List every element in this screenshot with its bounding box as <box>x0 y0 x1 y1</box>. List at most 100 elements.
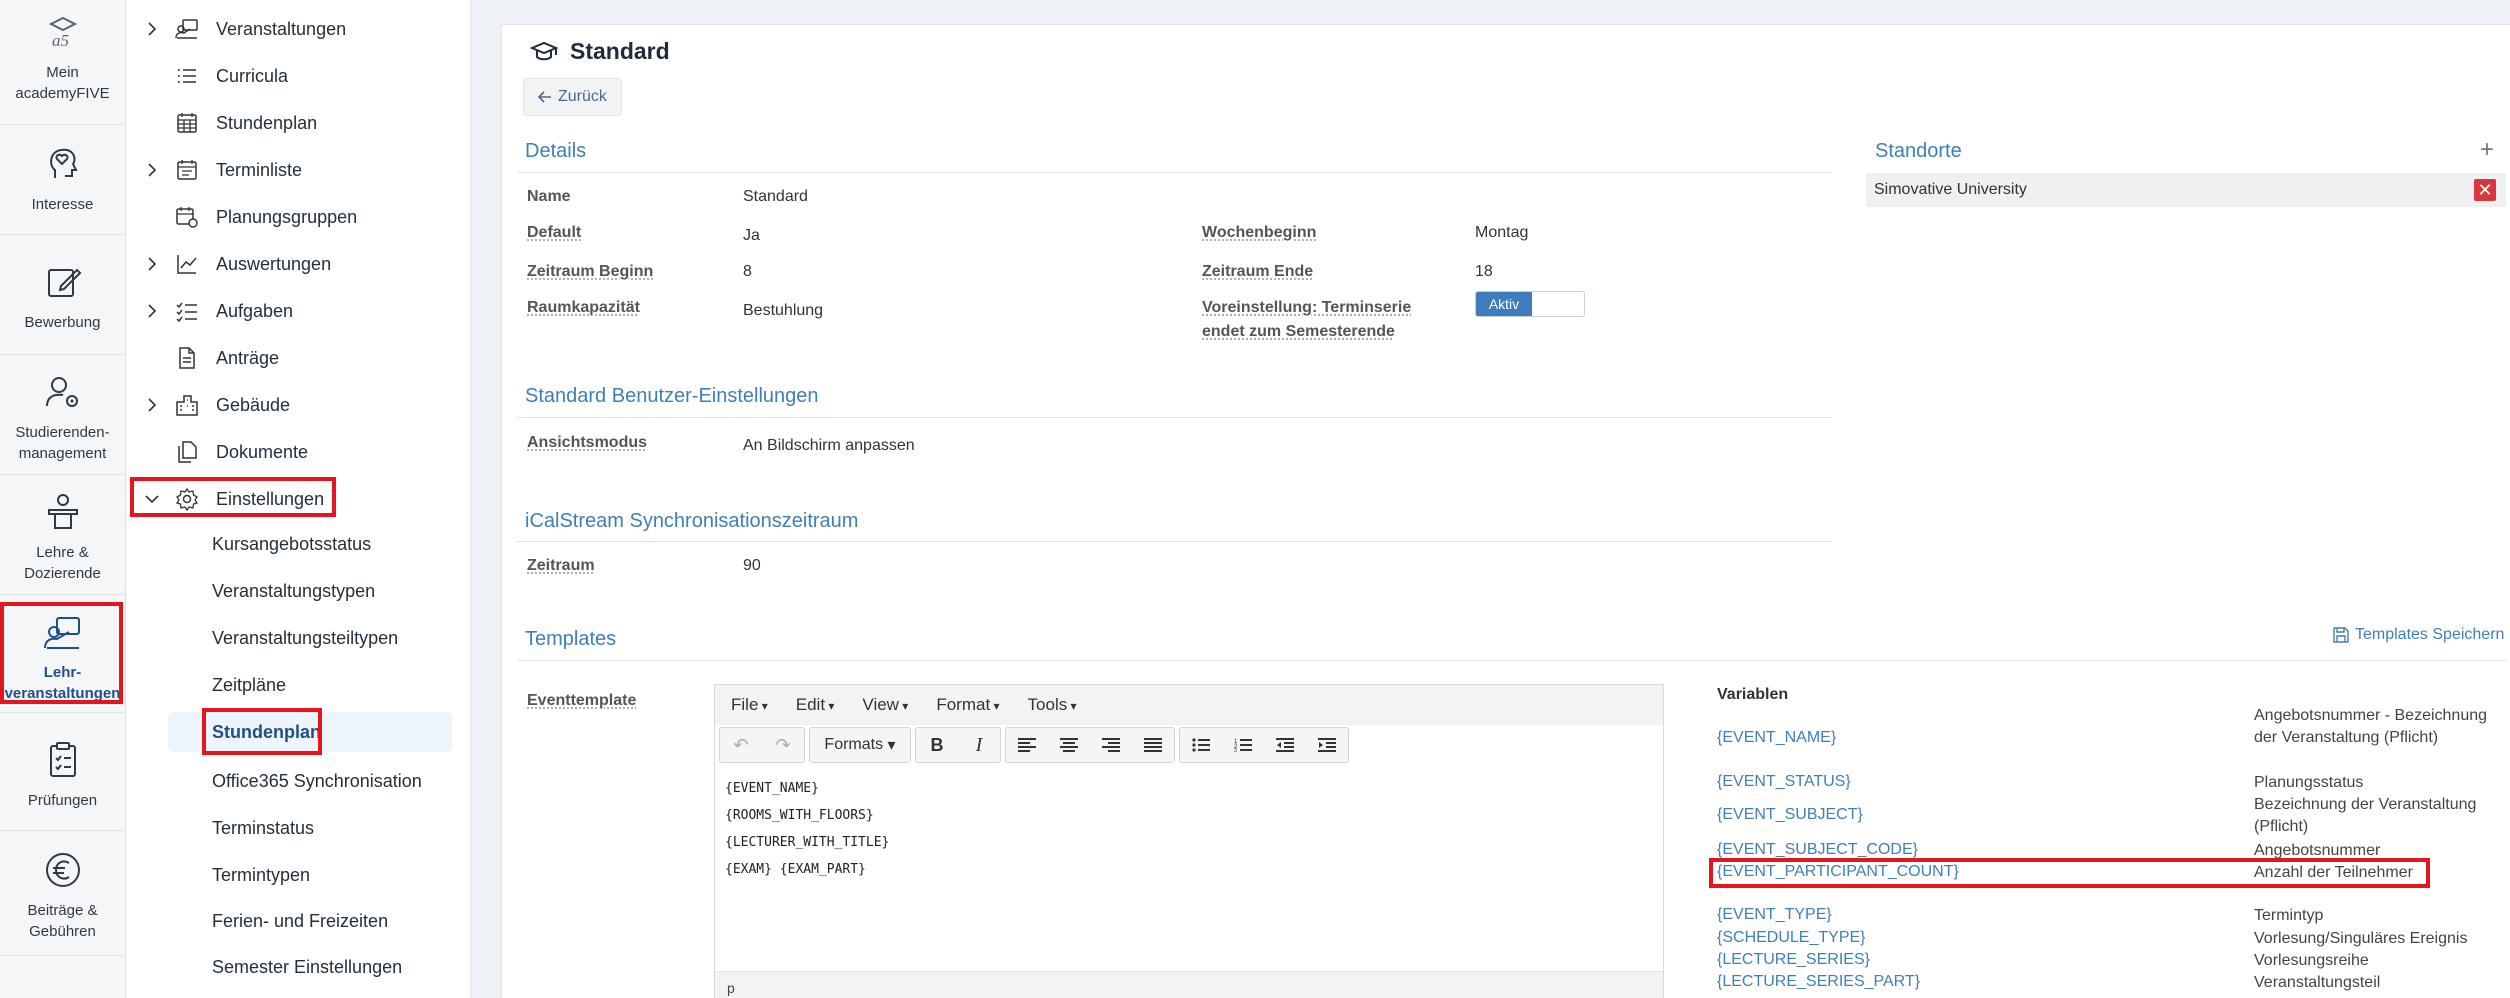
formats-dropdown[interactable]: Formats ▾ <box>810 728 910 762</box>
nav-item-dokumente[interactable]: Dokumente <box>126 432 471 472</box>
user-settings-heading: Standard Benutzer-Einstellungen <box>525 385 819 407</box>
subnav-item-semester-einstellungen[interactable]: Semester Einstellungen <box>126 947 471 987</box>
chevron-down-icon[interactable] <box>144 491 160 507</box>
gear-icon <box>175 487 199 511</box>
menu-edit[interactable]: Edit <box>796 695 835 715</box>
rail-item-interesse[interactable]: Interesse <box>0 144 125 215</box>
subnav-item-veranstaltungstypen[interactable]: Veranstaltungstypen <box>126 571 471 611</box>
menu-view[interactable]: View <box>862 695 908 715</box>
editor-toolbar: ↶ ↷ Formats ▾ B I 123 <box>719 727 1349 763</box>
subnav-label: Terminstatus <box>212 817 315 838</box>
subnav-item-termintypen[interactable]: Termintypen <box>126 855 471 895</box>
menu-file[interactable]: File <box>731 695 768 715</box>
outdent-icon[interactable] <box>1264 728 1306 762</box>
subnav-item-stundenplan[interactable]: Stundenplan <box>168 712 452 752</box>
chevron-right-icon[interactable] <box>144 21 160 37</box>
variable-name[interactable]: {LECTURE_SERIES_PART} <box>1717 973 1920 991</box>
variable-name[interactable]: {EVENT_SUBJECT_CODE} <box>1717 841 1918 859</box>
rich-text-editor[interactable]: File Edit View Format Tools ↶ ↷ Formats … <box>714 684 1664 998</box>
redo-icon[interactable]: ↷ <box>762 728 804 762</box>
numbered-list-icon[interactable]: 123 <box>1222 728 1264 762</box>
nav-item-planungsgruppen[interactable]: Planungsgruppen <box>126 197 471 237</box>
building-icon <box>176 395 198 416</box>
event-template-label: Eventtemplate <box>527 692 637 709</box>
heart-head-icon <box>49 148 78 178</box>
variable-name[interactable]: {SCHEDULE_TYPE} <box>1717 929 1866 947</box>
italic-icon[interactable]: I <box>958 728 1000 762</box>
nav-item-einstellungen[interactable]: Einstellungen <box>126 479 471 519</box>
arrow-left-icon <box>538 91 551 103</box>
room-capacity-label: Raumkapazität <box>527 299 640 316</box>
rail-label: Prüfungen <box>27 792 98 809</box>
range-start-value: 8 <box>743 263 752 280</box>
subnav-item-kursangebotsstatus[interactable]: Kursangebotsstatus <box>126 524 471 564</box>
variable-name[interactable]: {EVENT_NAME} <box>1717 729 1836 747</box>
ical-heading: iCalStream Synchronisationszeitraum <box>525 510 859 532</box>
subnav-label: Ferien- und Freizeiten <box>212 910 389 931</box>
chevron-right-icon[interactable] <box>144 397 160 413</box>
subnav-item-ferien-freizeiten[interactable]: Ferien- und Freizeiten <box>126 901 471 941</box>
variable-description: Planungsstatus <box>2254 774 2364 791</box>
back-button[interactable]: Zurück <box>523 78 622 116</box>
room-capacity-value: Bestuhlung <box>743 302 824 319</box>
rail-item-mein-academyfive[interactable]: a5 Mein academyFIVE <box>0 12 125 104</box>
editor-content[interactable]: {EVENT_NAME} {ROOMS_WITH_FLOORS} {LECTUR… <box>725 775 889 883</box>
indent-icon[interactable] <box>1306 728 1348 762</box>
bullet-list-icon[interactable] <box>1180 728 1222 762</box>
week-start-value: Montag <box>1475 224 1529 241</box>
rail-item-lehrveranstaltungen[interactable]: Lehr-veranstaltungen <box>0 612 125 704</box>
subnav-item-veranstaltungsteiltypen[interactable]: Veranstaltungsteiltypen <box>126 618 471 658</box>
history-group: ↶ ↷ <box>719 727 805 763</box>
align-left-icon[interactable] <box>1006 728 1048 762</box>
graduation-cap-icon <box>530 41 558 60</box>
align-justify-icon[interactable] <box>1132 728 1174 762</box>
nav-item-stundenplan[interactable]: Stundenplan <box>126 103 471 143</box>
subnav-label: Kursangebotsstatus <box>212 533 372 554</box>
add-location-button[interactable]: + <box>2480 136 2494 164</box>
nav-label: Einstellungen <box>216 488 325 509</box>
checklist-icon <box>176 302 197 323</box>
bold-icon[interactable]: B <box>916 728 958 762</box>
align-right-icon[interactable] <box>1090 728 1132 762</box>
rail-label: Beiträge & Gebühren <box>27 902 98 940</box>
subnav-item-terminstatus[interactable]: Terminstatus <box>126 808 471 848</box>
subnav-label: Stundenplan <box>212 721 321 742</box>
menu-tools[interactable]: Tools <box>1028 695 1077 715</box>
style-group: B I <box>915 727 1001 763</box>
remove-location-button[interactable]: ✕ <box>2474 179 2496 201</box>
chevron-right-icon[interactable] <box>144 162 160 178</box>
locations-heading: Standorte <box>1875 140 1962 162</box>
nav-item-gebaeude[interactable]: Gebäude <box>126 385 471 425</box>
rail-item-beitraege-gebuehren[interactable]: Beiträge & Gebühren <box>0 850 125 942</box>
rail-item-lehre-dozierende[interactable]: Lehre & Dozierende <box>0 492 125 584</box>
name-value: Standard <box>743 188 808 205</box>
variable-name[interactable]: {LECTURE_SERIES} <box>1717 951 1870 969</box>
nav-item-antraege[interactable]: Anträge <box>126 338 471 378</box>
chevron-right-icon[interactable] <box>144 303 160 319</box>
subnav-item-office365-synchronisation[interactable]: Office365 Synchronisation <box>126 761 471 801</box>
save-templates-button[interactable]: Templates Speichern <box>2333 626 2504 644</box>
content-line: {LECTURER_WITH_TITLE} <box>725 835 890 850</box>
variable-name[interactable]: {EVENT_TYPE} <box>1717 906 1832 924</box>
svg-text:a5: a5 <box>52 31 69 50</box>
variable-name[interactable]: {EVENT_STATUS} <box>1717 773 1851 791</box>
nav-item-aufgaben[interactable]: Aufgaben <box>126 291 471 331</box>
subnav-label: Semester Einstellungen <box>212 956 403 977</box>
nav-item-veranstaltungen[interactable]: Veranstaltungen <box>126 9 471 49</box>
rail-item-studierendenmanagement[interactable]: Studierenden-management <box>0 372 125 464</box>
variable-name[interactable]: {EVENT_SUBJECT} <box>1717 806 1863 824</box>
documents-icon <box>178 441 197 463</box>
floppy-disk-icon <box>2333 627 2349 643</box>
nav-item-auswertungen[interactable]: Auswertungen <box>126 244 471 284</box>
chevron-right-icon[interactable] <box>144 256 160 272</box>
undo-icon[interactable]: ↶ <box>720 728 762 762</box>
rail-item-pruefungen[interactable]: Prüfungen <box>0 740 125 811</box>
menu-format[interactable]: Format <box>936 695 999 715</box>
preset-toggle[interactable]: Aktiv <box>1475 291 1585 317</box>
variable-name[interactable]: {EVENT_PARTICIPANT_COUNT} <box>1717 863 1959 881</box>
nav-item-curricula[interactable]: Curricula <box>126 56 471 96</box>
nav-item-terminliste[interactable]: Terminliste <box>126 150 471 190</box>
subnav-item-zeitplaene[interactable]: Zeitpläne <box>126 665 471 705</box>
align-center-icon[interactable] <box>1048 728 1090 762</box>
rail-item-bewerbung[interactable]: Bewerbung <box>0 262 125 333</box>
